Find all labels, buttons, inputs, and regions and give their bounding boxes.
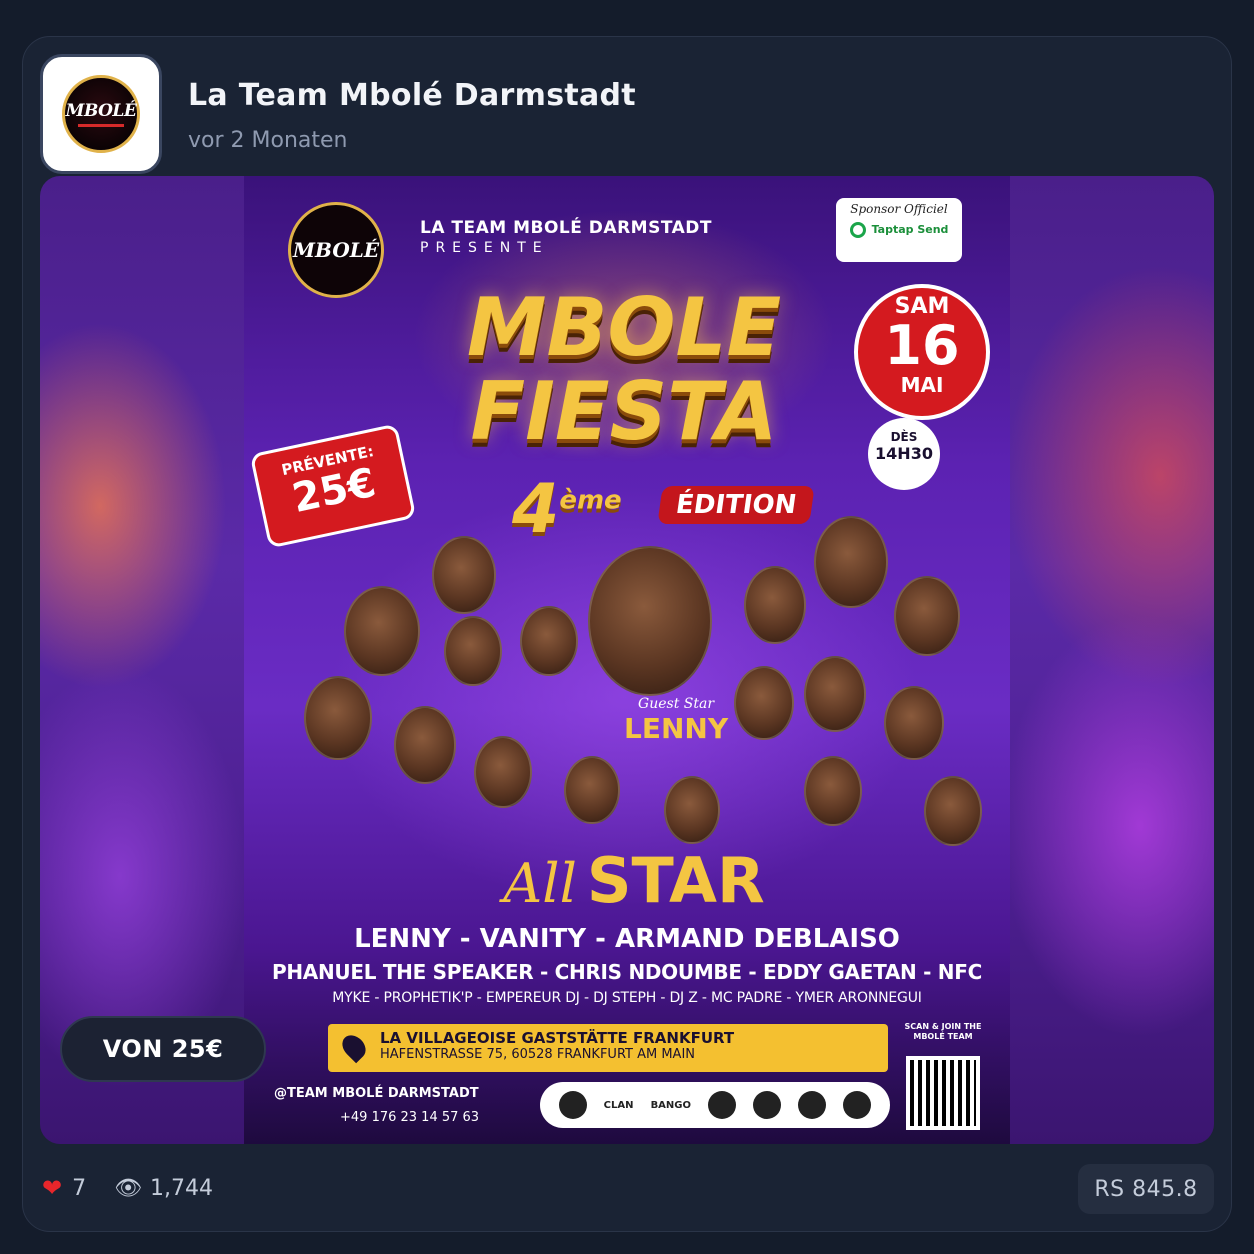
post-timestamp: vor 2 Monaten <box>188 128 348 153</box>
lineup-line-1: LENNY - VANITY - ARMAND DEBLAISO <box>354 924 900 954</box>
edition-suffix: ème <box>559 485 622 516</box>
sponsor-badge: Sponsor Officiel Taptap Send <box>836 198 962 262</box>
guest-name: LENNY <box>624 712 729 745</box>
post-media[interactable]: MBOLÉ LA TEAM MBOLÉ DARMSTADT PRESENTE S… <box>40 176 1214 1144</box>
all-star-heading: All STAR <box>424 844 844 917</box>
time-prefix: DÈS <box>890 430 918 444</box>
sponsor-logo <box>558 1091 587 1119</box>
date-badge: SAM 16 MAI <box>854 284 990 420</box>
artist-photo <box>520 606 578 676</box>
value-badge[interactable]: RS 845.8 <box>1078 1164 1214 1214</box>
sponsor-name: Taptap Send <box>871 223 949 236</box>
artist-photo <box>884 686 944 760</box>
artist-photo <box>344 586 420 676</box>
price-pill[interactable]: VON 25€ <box>60 1016 266 1082</box>
qr-code-icon <box>906 1056 980 1130</box>
time-badge: DÈS 14H30 <box>868 418 940 490</box>
event-poster: MBOLÉ LA TEAM MBOLÉ DARMSTADT PRESENTE S… <box>244 176 1010 1144</box>
avatar-logo-text: MBOLÉ <box>65 101 137 121</box>
location-pin-icon <box>337 1030 371 1064</box>
title-line-1: MBOLE <box>466 281 782 374</box>
social-handle: @TEAM MBOLÉ DARMSTADT <box>274 1086 479 1101</box>
sponsor-clan: CLAN <box>603 1099 634 1111</box>
title-line-2: FIESTA <box>470 365 778 458</box>
mbole-logo: MBOLÉ <box>62 75 140 153</box>
sponsor-logo <box>753 1091 782 1119</box>
artist-photo <box>924 776 982 846</box>
phone-number: +49 176 23 14 57 63 <box>340 1110 480 1125</box>
presale-tag: PRÉVENTE: 25€ <box>249 423 417 549</box>
like-count: 7 <box>72 1175 87 1201</box>
time-value: 14H30 <box>875 444 933 463</box>
poster-logo: MBOLÉ <box>288 202 384 298</box>
artist-photo <box>664 776 720 844</box>
all-star-word: STAR <box>586 844 765 917</box>
lineup-line-2: PHANUEL THE SPEAKER - CHRIS NDOUMBE - ED… <box>272 960 982 984</box>
artist-photo <box>444 616 502 686</box>
view-count: 1,744 <box>150 1175 214 1201</box>
sponsor-logo <box>798 1091 827 1119</box>
sponsor-bango: BANGO <box>650 1099 692 1111</box>
post-stats: ❤ 7 👁 1,744 <box>42 1174 213 1202</box>
artist-photo <box>804 656 866 732</box>
artist-photo <box>734 666 794 740</box>
date-month: MAI <box>900 373 944 397</box>
poster-organizer: LA TEAM MBOLÉ DARMSTADT <box>420 218 712 238</box>
poster-presente: PRESENTE <box>420 240 549 256</box>
artist-photo <box>804 756 862 826</box>
guest-star: Guest Star LENNY <box>624 696 728 745</box>
taptap-send-icon <box>849 222 866 238</box>
venue-address: HAFENSTRASSE 75, 60528 FRANKFURT AM MAIN <box>380 1047 696 1062</box>
venue-name: LA VILLAGEOISE GASTSTÄTTE FRANKFURT <box>380 1029 735 1047</box>
sponsor-logo <box>708 1091 737 1119</box>
artist-photo <box>814 516 888 608</box>
artist-photo <box>432 536 496 614</box>
sponsor-logo <box>843 1091 872 1119</box>
poster-logo-text: MBOLÉ <box>292 238 380 262</box>
artist-photo <box>564 756 620 824</box>
eye-icon: 👁 <box>114 1175 143 1201</box>
artist-photo <box>474 736 532 808</box>
artist-photo <box>394 706 456 784</box>
date-number: 16 <box>884 314 960 377</box>
artist-photo <box>744 566 806 644</box>
poster-title: MBOLE FIESTA <box>404 286 844 454</box>
venue-banner: LA VILLAGEOISE GASTSTÄTTE FRANKFURT HAFE… <box>328 1024 888 1072</box>
headliner-photo <box>588 546 712 696</box>
edition-badge: ÉDITION <box>657 486 815 524</box>
lineup-line-3: MYKE - PROPHETIK'P - EMPEREUR DJ - DJ ST… <box>332 990 922 1006</box>
all-star-script: All <box>503 852 577 915</box>
scan-text: SCAN & JOIN THE MBOLÉ TEAM <box>904 1022 982 1041</box>
account-name[interactable]: La Team Mbolé Darmstadt <box>188 78 636 113</box>
sponsor-label: Sponsor Officiel <box>850 202 948 216</box>
account-avatar[interactable]: MBOLÉ <box>40 54 162 174</box>
artist-photo <box>894 576 960 656</box>
heart-icon[interactable]: ❤ <box>42 1174 62 1202</box>
sponsor-strip: CLAN BANGO <box>540 1082 890 1128</box>
logo-underline <box>78 124 124 127</box>
artist-photo <box>304 676 372 760</box>
guest-label: Guest Star <box>638 696 715 712</box>
